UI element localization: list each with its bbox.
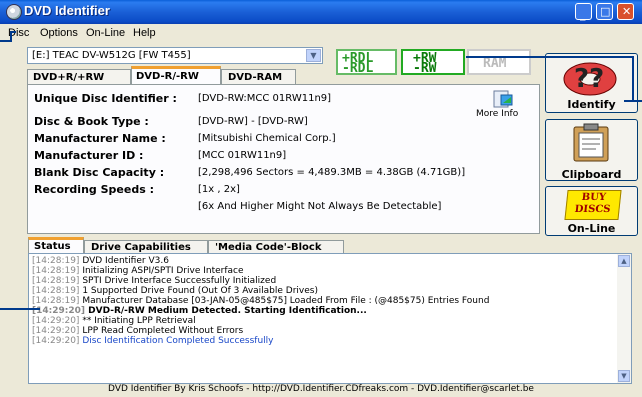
svg-text:??: ?? [574, 64, 604, 94]
tab-drive-capabilities-label: Drive Capabilities [91, 242, 191, 253]
buy-line1: BUY [581, 192, 607, 203]
recording-speeds-value: [1x , 2x] [198, 184, 240, 195]
tab-status-label: Status [34, 241, 71, 252]
dvdrw-logo-line2: -RW [413, 61, 437, 76]
tab-dvd-ram-label: DVD-RAM [228, 72, 283, 83]
callout-line [624, 100, 642, 102]
app-window: DVD Identifier _ □ ✕ Disc Options On-Lin… [0, 0, 642, 397]
drive-select[interactable]: [E:] TEAC DV-W512G [FW T455] ▼ [27, 47, 323, 64]
clipboard-icon [573, 123, 609, 162]
menu-bar: Disc Options On-Line Help [0, 24, 642, 43]
disc-info-panel: Unique Disc Identifier : [DVD-RW:MCC 01R… [27, 84, 540, 234]
uid-label: Unique Disc Identifier : [34, 92, 177, 105]
menu-options[interactable]: Options [40, 27, 78, 39]
more-info-icon[interactable] [492, 89, 514, 109]
log-scrollbar[interactable]: ▲ ▼ [617, 254, 631, 383]
chevron-down-icon[interactable]: ▼ [306, 49, 321, 62]
manufacturer-id-value: [MCC 01RW11n9] [198, 150, 287, 161]
buy-line2: DISCS [574, 204, 611, 215]
question-disc-icon: ?? [563, 62, 617, 96]
disc-icon [6, 4, 22, 20]
dvdr-logo-line2: -RDL [342, 61, 374, 76]
dvd-r-logo: +RDL -RDL [336, 49, 397, 75]
disc-book-type-label: Disc & Book Type : [34, 115, 149, 128]
tab-dvd-minus-label: DVD-R/-RW [136, 71, 199, 82]
status-bar: DVD Identifier By Kris Schoofs - http://… [108, 384, 534, 394]
scroll-up-icon[interactable]: ▲ [618, 255, 630, 267]
callout-line [0, 308, 40, 310]
blank-capacity-value: [2,298,496 Sectors = 4,489.3MB = 4.38GB … [198, 167, 466, 178]
dvdram-logo-text: RAM [483, 56, 507, 71]
more-info-link[interactable]: More Info [476, 109, 518, 119]
buy-discs-badge: BUY DISCS [564, 190, 622, 220]
log-line: [14:28:19] 1 Supported Drive Found (Out … [32, 286, 318, 296]
dvd-ram-logo: RAM [467, 49, 531, 75]
callout-line [11, 31, 16, 33]
menu-online[interactable]: On-Line [86, 27, 125, 39]
identify-button[interactable]: ?? Identify [545, 53, 638, 113]
menu-help[interactable]: Help [133, 27, 156, 39]
online-button[interactable]: BUY DISCS On-Line [545, 186, 638, 236]
online-label: On-Line [567, 222, 616, 235]
window-title: DVD Identifier [24, 3, 110, 18]
drive-select-value: [E:] TEAC DV-W512G [FW T455] [32, 50, 191, 61]
log-line: [14:28:19] Manufacturer Database [03-JAN… [32, 296, 490, 306]
tab-media-code-block-label: 'Media Code'-Block [215, 242, 322, 253]
tab-dvd-plus-label: DVD+R/+RW [33, 72, 105, 83]
log-line: [14:29:20] DVD-R/-RW Medium Detected. St… [32, 306, 367, 316]
close-button[interactable]: ✕ [617, 3, 634, 20]
status-log[interactable]: [14:28:19] DVD Identifier V3.6 [14:28:19… [28, 253, 632, 384]
log-line: [14:29:20] Disc Identification Completed… [32, 336, 274, 346]
clipboard-button[interactable]: Clipboard [545, 119, 638, 181]
manufacturer-name-label: Manufacturer Name : [34, 132, 166, 145]
maximize-button[interactable]: □ [596, 3, 613, 20]
log-line: [14:28:19] SPTI Drive Interface Successf… [32, 276, 277, 286]
callout-line [466, 56, 634, 58]
speed-note: [6x And Higher Might Not Always Be Detec… [198, 201, 442, 212]
title-bar[interactable]: DVD Identifier _ □ ✕ [0, 0, 642, 24]
log-line: [14:28:19] DVD Identifier V3.6 [32, 256, 169, 266]
callout-line [632, 56, 634, 102]
log-line: [14:29:20] LPP Read Completed Without Er… [32, 326, 244, 336]
blank-capacity-label: Blank Disc Capacity : [34, 166, 165, 179]
manufacturer-name-value: [Mitsubishi Chemical Corp.] [198, 133, 336, 144]
clipboard-label: Clipboard [561, 168, 622, 181]
recording-speeds-label: Recording Speeds : [34, 183, 154, 196]
disc-book-type-value: [DVD-RW] - [DVD-RW] [198, 116, 308, 127]
log-line: [14:29:20] ** Initiating LPP Retrieval [32, 316, 196, 326]
uid-value: [DVD-RW:MCC 01RW11n9] [198, 93, 332, 104]
manufacturer-id-label: Manufacturer ID : [34, 149, 144, 162]
log-line: [14:28:19] Initializing ASPI/SPTI Drive … [32, 266, 244, 276]
minimize-button[interactable]: _ [575, 3, 592, 21]
dvd-rw-logo: +RW -RW [401, 49, 465, 75]
scroll-down-icon[interactable]: ▼ [618, 370, 630, 382]
